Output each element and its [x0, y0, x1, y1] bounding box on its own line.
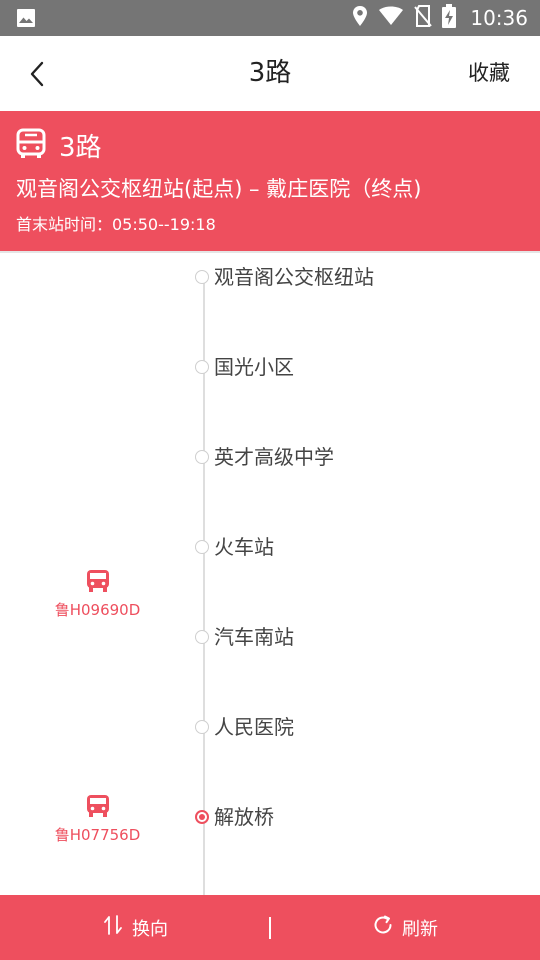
- stop-item[interactable]: 国光小区: [0, 351, 540, 391]
- current-stop-dot: [195, 810, 209, 824]
- route-direction: 观音阁公交枢纽站(起点) – 戴庄医院（终点): [16, 177, 422, 201]
- refresh-icon: [372, 914, 394, 941]
- battery-charging-icon: [442, 4, 457, 32]
- bus-icon: [40, 569, 155, 597]
- divider: [269, 917, 271, 939]
- stop-dot: [195, 540, 209, 554]
- stop-name: 观音阁公交枢纽站: [214, 265, 374, 289]
- clock-time: 10:36: [470, 6, 528, 30]
- wifi-icon: [378, 6, 404, 30]
- stop-dot: [195, 720, 209, 734]
- switch-direction-button[interactable]: 换向: [102, 895, 168, 960]
- refresh-label: 刷新: [402, 918, 438, 940]
- switch-direction-label: 换向: [132, 918, 168, 940]
- status-bar: 10:36: [0, 0, 540, 36]
- stop-dot: [195, 630, 209, 644]
- stop-item[interactable]: 火车站: [0, 531, 540, 571]
- stop-item[interactable]: 人民医院: [0, 711, 540, 751]
- stop-item[interactable]: 汽车南站: [0, 621, 540, 661]
- vehicle-marker[interactable]: 鲁H07756D: [40, 794, 155, 845]
- vehicle-marker[interactable]: 鲁H09690D: [40, 569, 155, 620]
- bus-icon: [16, 128, 46, 164]
- bottom-action-bar: 换向 刷新: [0, 895, 540, 960]
- bus-icon: [40, 794, 155, 822]
- stop-name: 国光小区: [214, 355, 294, 379]
- stop-item[interactable]: 英才高级中学: [0, 441, 540, 481]
- no-sim-icon: [414, 5, 433, 31]
- stop-list: 观音阁公交枢纽站 国光小区 英才高级中学 火车站 汽车南站 人民医院 解放桥 鲁…: [0, 251, 540, 897]
- stop-name: 解放桥: [214, 805, 274, 829]
- vehicle-plate: 鲁H07756D: [54, 826, 141, 844]
- route-info-banner: 3路 观音阁公交枢纽站(起点) – 戴庄医院（终点) 首末站时间：05:50--…: [0, 111, 540, 251]
- stop-name: 汽车南站: [214, 625, 294, 649]
- stop-name: 人民医院: [214, 715, 294, 739]
- stop-dot: [195, 270, 209, 284]
- image-icon: [16, 8, 36, 32]
- route-name: 3路: [59, 133, 102, 163]
- swap-arrows-icon: [102, 914, 124, 941]
- page-title: 3路: [248, 58, 292, 88]
- stop-name: 火车站: [214, 535, 274, 559]
- service-hours: 首末站时间：05:50--19:18: [16, 215, 216, 234]
- stop-dot: [195, 450, 209, 464]
- refresh-button[interactable]: 刷新: [372, 895, 438, 960]
- stop-item[interactable]: 观音阁公交枢纽站: [0, 261, 540, 301]
- app-header: 3路 收藏: [0, 36, 540, 111]
- vehicle-plate: 鲁H09690D: [54, 601, 141, 619]
- favorite-button[interactable]: 收藏: [468, 36, 510, 111]
- stop-dot: [195, 360, 209, 374]
- stop-name: 英才高级中学: [214, 445, 334, 469]
- location-icon: [352, 5, 368, 31]
